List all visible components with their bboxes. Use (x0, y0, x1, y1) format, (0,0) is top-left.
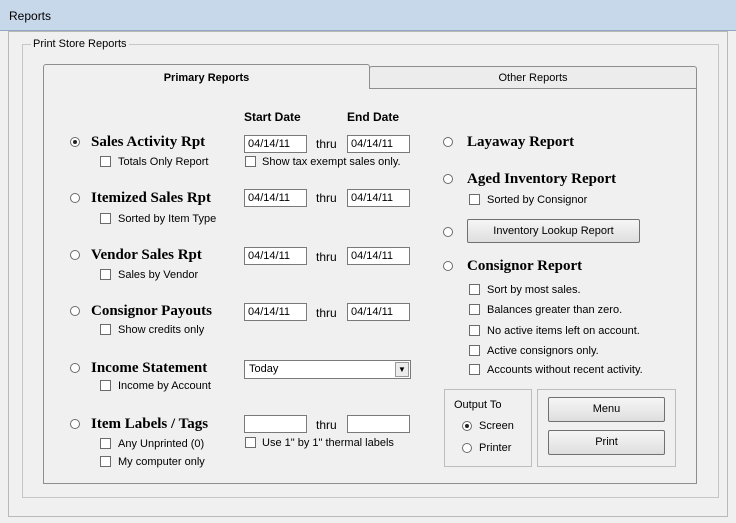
thru-label: thru (316, 191, 337, 205)
sales-by-vendor-checkbox[interactable] (100, 269, 111, 280)
vendor-sales-radio[interactable] (70, 250, 80, 260)
print-button-label: Print (595, 436, 618, 448)
print-button[interactable]: Print (548, 430, 665, 455)
any-unprinted-label: Any Unprinted (0) (118, 438, 205, 450)
sorted-by-item-type-checkbox[interactable] (100, 213, 111, 224)
screen-label: Screen (479, 420, 514, 432)
my-computer-only-label: My computer only (118, 456, 205, 468)
consignor-payouts-end-date[interactable]: 04/14/11 (347, 303, 410, 321)
no-active-items-checkbox[interactable] (469, 325, 480, 336)
start-date-header: Start Date (244, 110, 301, 124)
itemized-sales-label: Itemized Sales Rpt (91, 190, 211, 206)
consignor-report-label: Consignor Report (467, 258, 583, 274)
no-recent-activity-checkbox[interactable] (469, 364, 480, 375)
active-consignors-label: Active consignors only. (487, 345, 599, 357)
printer-radio[interactable] (462, 443, 472, 453)
item-labels-radio[interactable] (70, 419, 80, 429)
layaway-radio[interactable] (443, 137, 453, 147)
income-by-account-checkbox[interactable] (100, 380, 111, 391)
sales-by-vendor-label: Sales by Vendor (118, 269, 199, 281)
my-computer-only-checkbox[interactable] (100, 456, 111, 467)
itemized-sales-start-date[interactable]: 04/14/11 (244, 189, 307, 207)
title-bar: Reports (0, 0, 736, 31)
totals-only-checkbox[interactable] (100, 156, 111, 167)
consignor-payouts-radio[interactable] (70, 306, 80, 316)
thermal-labels-label: Use 1" by 1" thermal labels (262, 437, 394, 449)
inventory-lookup-button[interactable]: Inventory Lookup Report (467, 219, 640, 243)
layaway-label: Layaway Report (467, 134, 575, 150)
sorted-by-consignor-checkbox[interactable] (469, 194, 480, 205)
sort-by-most-sales-label: Sort by most sales. (487, 284, 581, 296)
balances-greater-label: Balances greater than zero. (487, 304, 623, 316)
show-credits-only-checkbox[interactable] (100, 324, 111, 335)
tab-other-reports[interactable]: Other Reports (369, 66, 697, 88)
vendor-sales-start-date[interactable]: 04/14/11 (244, 247, 307, 265)
tab-primary-reports[interactable]: Primary Reports (43, 64, 370, 89)
consignor-payouts-label: Consignor Payouts (91, 303, 212, 319)
sales-activity-radio[interactable] (70, 137, 80, 147)
vendor-sales-end-date[interactable]: 04/14/11 (347, 247, 410, 265)
income-period-select[interactable]: Today ▼ (244, 360, 411, 379)
group-label: Print Store Reports (31, 38, 129, 50)
vendor-sales-label: Vendor Sales Rpt (91, 247, 202, 263)
tax-exempt-checkbox[interactable] (245, 156, 256, 167)
sales-activity-label: Sales Activity Rpt (91, 134, 206, 150)
thru-label: thru (316, 306, 337, 320)
thru-label: thru (316, 250, 337, 264)
inventory-lookup-radio[interactable] (443, 227, 453, 237)
aged-inventory-label: Aged Inventory Report (467, 171, 617, 187)
screen-radio[interactable] (462, 421, 472, 431)
sort-by-most-sales-checkbox[interactable] (469, 284, 480, 295)
totals-only-label: Totals Only Report (118, 156, 209, 168)
active-consignors-checkbox[interactable] (469, 345, 480, 356)
thermal-labels-checkbox[interactable] (245, 437, 256, 448)
sorted-by-consignor-label: Sorted by Consignor (487, 194, 588, 206)
income-statement-label: Income Statement (91, 360, 208, 376)
no-recent-activity-label: Accounts without recent activity. (487, 364, 643, 376)
no-active-items-label: No active items left on account. (487, 325, 640, 337)
item-labels-label: Item Labels / Tags (91, 416, 209, 432)
show-credits-only-label: Show credits only (118, 324, 205, 336)
thru-label: thru (316, 418, 337, 432)
itemized-sales-radio[interactable] (70, 193, 80, 203)
tax-exempt-label: Show tax exempt sales only. (262, 156, 401, 168)
printer-label: Printer (479, 442, 512, 454)
sales-activity-end-date[interactable]: 04/14/11 (347, 135, 410, 153)
consignor-report-radio[interactable] (443, 261, 453, 271)
thru-label: thru (316, 137, 337, 151)
sales-activity-start-date[interactable]: 04/14/11 (244, 135, 307, 153)
itemized-sales-end-date[interactable]: 04/14/11 (347, 189, 410, 207)
item-labels-start[interactable] (244, 415, 307, 433)
end-date-header: End Date (347, 110, 400, 124)
sorted-by-item-type-label: Sorted by Item Type (118, 213, 217, 225)
income-period-value: Today (249, 363, 279, 375)
window-title: Reports (9, 9, 52, 23)
menu-button[interactable]: Menu (548, 397, 665, 422)
any-unprinted-checkbox[interactable] (100, 438, 111, 449)
output-to-title: Output To (454, 399, 502, 411)
item-labels-end[interactable] (347, 415, 410, 433)
income-statement-radio[interactable] (70, 363, 80, 373)
chevron-down-icon[interactable]: ▼ (395, 362, 409, 377)
aged-inventory-radio[interactable] (443, 174, 453, 184)
income-by-account-label: Income by Account (118, 380, 211, 392)
balances-greater-checkbox[interactable] (469, 304, 480, 315)
consignor-payouts-start-date[interactable]: 04/14/11 (244, 303, 307, 321)
menu-button-label: Menu (592, 403, 621, 415)
